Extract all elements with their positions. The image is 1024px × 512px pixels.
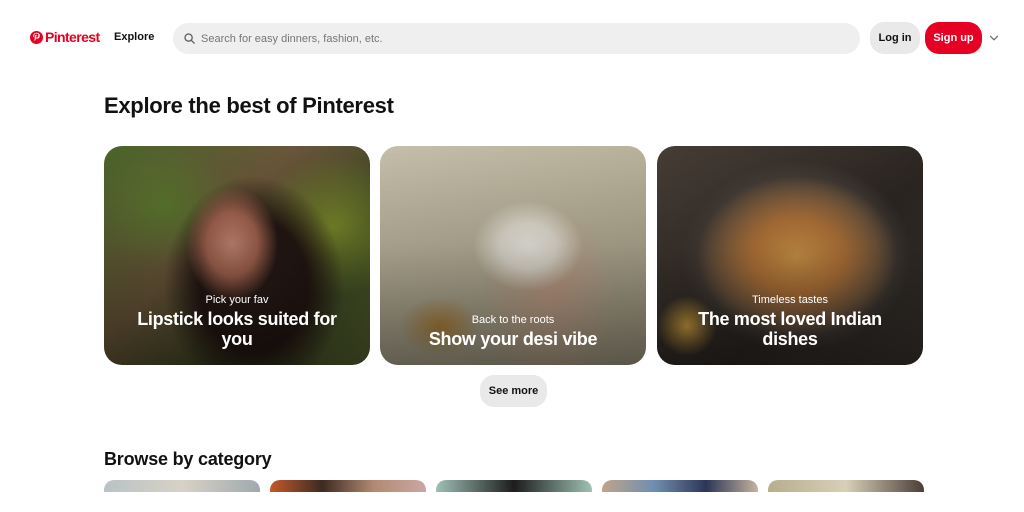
search-bar[interactable] bbox=[173, 23, 860, 54]
section-title-browse: Browse by category bbox=[104, 449, 272, 469]
category-tile[interactable] bbox=[436, 480, 592, 492]
card-title: Lipstick looks suited for you bbox=[137, 309, 337, 349]
chevron-down-icon[interactable] bbox=[989, 33, 999, 43]
signup-button[interactable]: Sign up bbox=[925, 22, 982, 54]
search-input[interactable] bbox=[201, 32, 801, 45]
card-subtitle: Back to the roots bbox=[471, 314, 555, 326]
search-icon bbox=[184, 33, 195, 44]
pinterest-logo-icon bbox=[30, 30, 43, 44]
category-tile[interactable] bbox=[104, 480, 260, 492]
explore-card-indian-dishes[interactable]: Timeless tastes The most loved Indian di… bbox=[657, 146, 923, 365]
page-title: Explore the best of Pinterest bbox=[104, 93, 394, 118]
card-subtitle: Pick your fav bbox=[205, 294, 269, 306]
login-button[interactable]: Log in bbox=[870, 22, 920, 54]
category-tile[interactable] bbox=[602, 480, 758, 492]
card-text: Back to the roots Show your desi vibe bbox=[380, 314, 646, 349]
card-subtitle: Timeless tastes bbox=[751, 294, 828, 306]
pinterest-logo[interactable]: Pinterest bbox=[30, 29, 100, 45]
card-text: Timeless tastes The most loved Indian di… bbox=[657, 294, 923, 349]
see-more-button[interactable]: See more bbox=[480, 375, 547, 407]
top-nav-bar: Pinterest Explore Log in Sign up bbox=[0, 0, 1024, 76]
category-tile[interactable] bbox=[270, 480, 426, 492]
card-text: Pick your fav Lipstick looks suited for … bbox=[104, 294, 370, 349]
logo-text: Pinterest bbox=[45, 29, 100, 45]
card-title: The most loved Indian dishes bbox=[698, 309, 882, 349]
card-title: Show your desi vibe bbox=[428, 329, 598, 349]
explore-card-lipstick[interactable]: Pick your fav Lipstick looks suited for … bbox=[104, 146, 370, 365]
explore-card-desi-vibe[interactable]: Back to the roots Show your desi vibe bbox=[380, 146, 646, 365]
category-tile[interactable] bbox=[768, 480, 924, 492]
nav-explore-link[interactable]: Explore bbox=[114, 31, 154, 43]
